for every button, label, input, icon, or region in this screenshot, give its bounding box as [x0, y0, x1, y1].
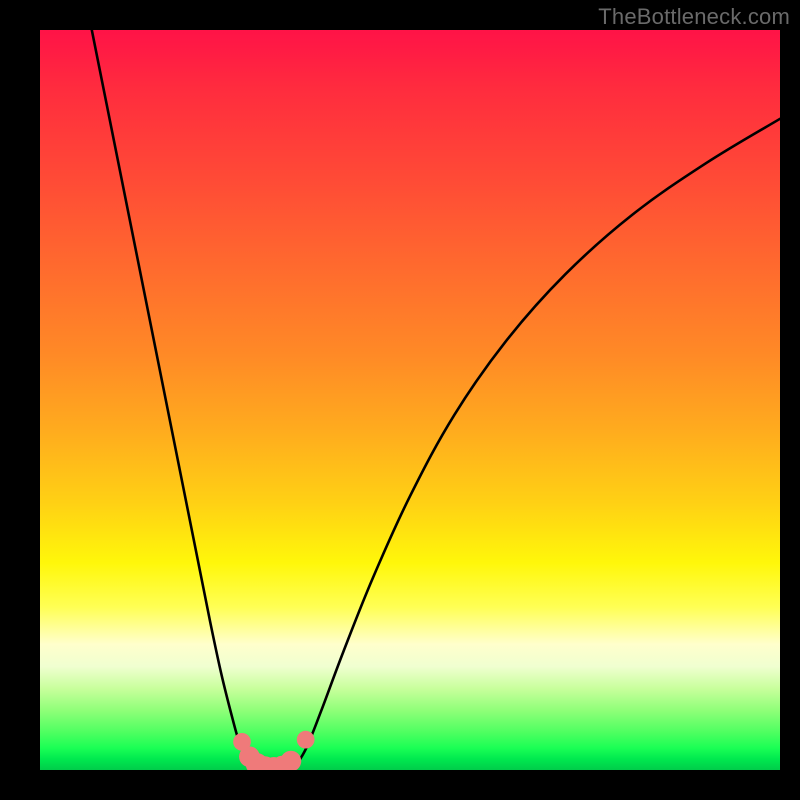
valley-marker-7	[297, 731, 315, 749]
plot-area	[40, 30, 780, 770]
series-right-curve	[295, 119, 780, 767]
curves-group	[92, 30, 780, 770]
chart-svg	[40, 30, 780, 770]
chart-frame: TheBottleneck.com	[0, 0, 800, 800]
markers-group	[233, 731, 314, 770]
watermark-text: TheBottleneck.com	[598, 4, 790, 30]
valley-marker-6	[281, 751, 302, 770]
series-left-curve	[92, 30, 253, 766]
